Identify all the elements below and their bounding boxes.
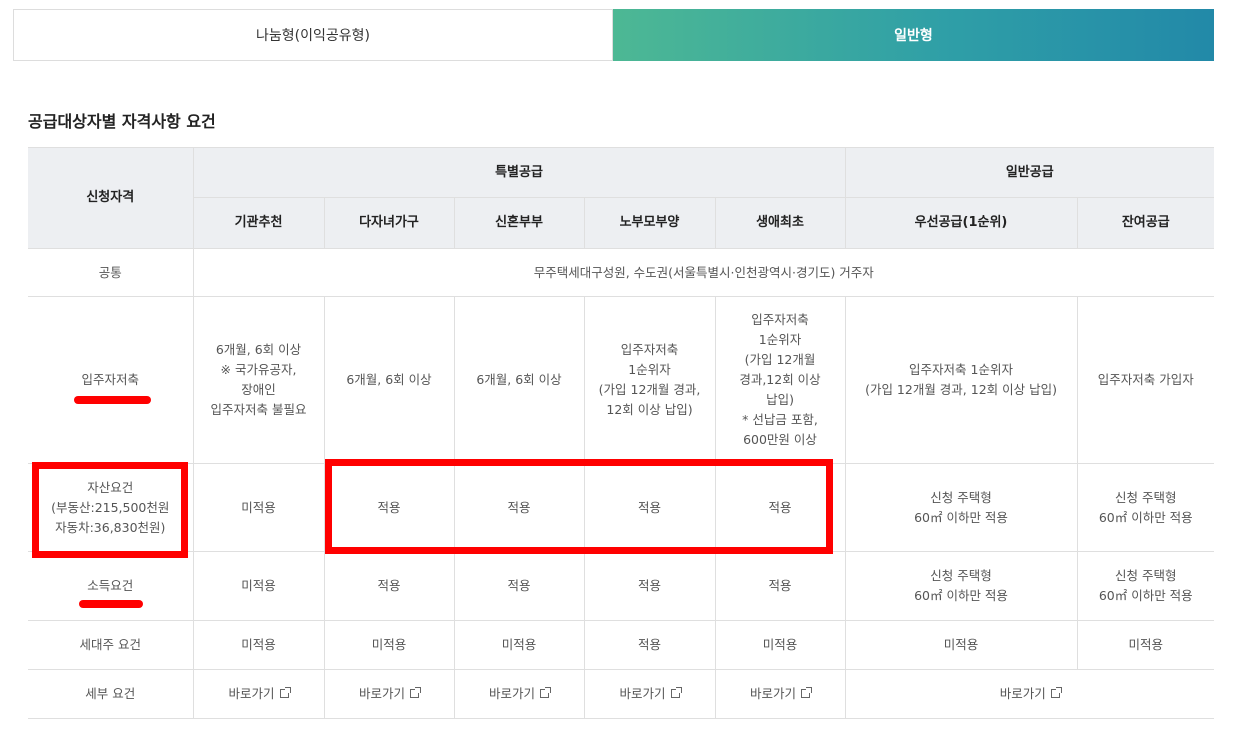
row-label-income: 소득요건 — [28, 551, 194, 621]
cell-assets: 신청 주택형 60㎡ 이하만 적용 — [1076, 463, 1215, 552]
cell-householder: 미적용 — [323, 620, 455, 670]
link-label: 바로가기 — [750, 686, 797, 701]
link-label: 바로가기 — [619, 686, 666, 701]
header-priority-supply: 우선공급(1순위) — [844, 197, 1078, 249]
details-link-first-time[interactable]: 바로가기 — [750, 686, 813, 701]
cell-details: 바로가기 — [453, 669, 585, 719]
cell-savings: 입주자저축 1순위자 (가입 12개월 경과,12회 이상 납입) * 선납금 … — [714, 296, 846, 464]
cell-income: 미적용 — [192, 551, 325, 621]
table-row: 세부 요건 바로가기 바로가기 바로가기 바로가기 바로가기 바로가기 — [28, 669, 1215, 719]
annotation-box-assets-applied — [325, 459, 833, 554]
cell-savings: 6개월, 6회 이상 ※ 국가유공자, 장애인 입주자저축 불필요 — [192, 296, 325, 464]
cell-householder: 적용 — [583, 620, 716, 670]
cell-savings: 6개월, 6회 이상 — [453, 296, 585, 464]
header-qualification: 신청자격 — [28, 147, 194, 249]
link-label: 바로가기 — [358, 686, 405, 701]
row-label-details: 세부 요건 — [28, 669, 194, 719]
table-row: 소득요건 미적용 적용 적용 적용 적용 신청 주택형 60㎡ 이하만 적용 신… — [28, 551, 1215, 621]
tab-sharing-type[interactable]: 나눔형(이익공유형) — [13, 9, 613, 61]
cell-householder: 미적용 — [844, 620, 1078, 670]
details-link-multi-child[interactable]: 바로가기 — [358, 686, 421, 701]
header-special-supply: 특별공급 — [192, 147, 846, 198]
table-row: 입주자저축 6개월, 6회 이상 ※ 국가유공자, 장애인 입주자저축 불필요 … — [28, 296, 1215, 464]
annotation-underline-income — [79, 600, 143, 608]
cell-details: 바로가기 — [192, 669, 325, 719]
cell-details: 바로가기 — [714, 669, 846, 719]
cell-income: 신청 주택형 60㎡ 이하만 적용 — [1076, 551, 1215, 621]
details-link-newlyweds[interactable]: 바로가기 — [488, 686, 551, 701]
annotation-underline-savings — [74, 396, 151, 404]
details-link-general[interactable]: 바로가기 — [999, 686, 1062, 701]
external-link-icon — [670, 687, 682, 698]
details-link-elderly-parents[interactable]: 바로가기 — [619, 686, 682, 701]
cell-savings: 입주자저축 가입자 — [1076, 296, 1215, 464]
section-title: 공급대상자별 자격사항 요건 — [28, 112, 216, 131]
link-label: 바로가기 — [999, 686, 1046, 701]
cell-householder: 미적용 — [1076, 620, 1215, 670]
cell-details: 바로가기 — [844, 669, 1215, 719]
cell-income: 신청 주택형 60㎡ 이하만 적용 — [844, 551, 1078, 621]
link-label: 바로가기 — [228, 686, 275, 701]
cell-savings: 6개월, 6회 이상 — [323, 296, 455, 464]
table-row: 공통 무주택세대구성원, 수도권(서울특별시·인천광역시·경기도) 거주자 — [28, 248, 1215, 297]
cell-householder: 미적용 — [714, 620, 846, 670]
cell-householder: 미적용 — [192, 620, 325, 670]
cell-income: 적용 — [453, 551, 585, 621]
cell-income: 적용 — [714, 551, 846, 621]
table-row: 세대주 요건 미적용 미적용 미적용 적용 미적용 미적용 미적용 — [28, 620, 1215, 670]
cell-householder: 미적용 — [453, 620, 585, 670]
annotation-box-assets-label — [32, 462, 188, 558]
external-link-icon — [540, 687, 551, 698]
cell-assets: 미적용 — [192, 463, 325, 552]
details-link-institution[interactable]: 바로가기 — [228, 686, 291, 701]
tab-bar: 나눔형(이익공유형) 일반형 — [13, 9, 1214, 61]
cell-savings: 입주자저축 1순위자 (가입 12개월 경과, 12회 이상 납입) — [583, 296, 716, 464]
header-elderly-parents: 노부모부양 — [583, 197, 716, 249]
header-newlyweds: 신혼부부 — [453, 197, 585, 249]
external-link-icon — [801, 687, 813, 698]
cell-details: 바로가기 — [583, 669, 716, 719]
cell-details: 바로가기 — [323, 669, 455, 719]
common-requirement: 무주택세대구성원, 수도권(서울특별시·인천광역시·경기도) 거주자 — [192, 248, 1215, 297]
cell-income: 적용 — [583, 551, 716, 621]
link-label: 바로가기 — [488, 686, 535, 701]
external-link-icon — [1050, 687, 1062, 698]
cell-income: 적용 — [323, 551, 455, 621]
header-multi-child: 다자녀가구 — [323, 197, 455, 249]
header-first-time: 생애최초 — [714, 197, 846, 249]
external-link-icon — [279, 687, 291, 698]
requirements-table: 신청자격 특별공급 일반공급 기관추천 다자녀가구 신혼부부 노부모부양 생애최… — [28, 147, 1215, 719]
header-institution-recommend: 기관추천 — [193, 197, 325, 249]
header-remaining-supply: 잔여공급 — [1076, 197, 1215, 249]
header-general-supply: 일반공급 — [844, 147, 1215, 198]
cell-assets: 신청 주택형 60㎡ 이하만 적용 — [844, 463, 1078, 552]
tab-general-type[interactable]: 일반형 — [613, 9, 1214, 61]
row-label-savings: 입주자저축 — [28, 296, 194, 464]
row-label-householder: 세대주 요건 — [28, 620, 194, 670]
cell-savings: 입주자저축 1순위자 (가입 12개월 경과, 12회 이상 납입) — [844, 296, 1078, 464]
row-label-common: 공통 — [28, 248, 194, 297]
external-link-icon — [410, 687, 421, 698]
